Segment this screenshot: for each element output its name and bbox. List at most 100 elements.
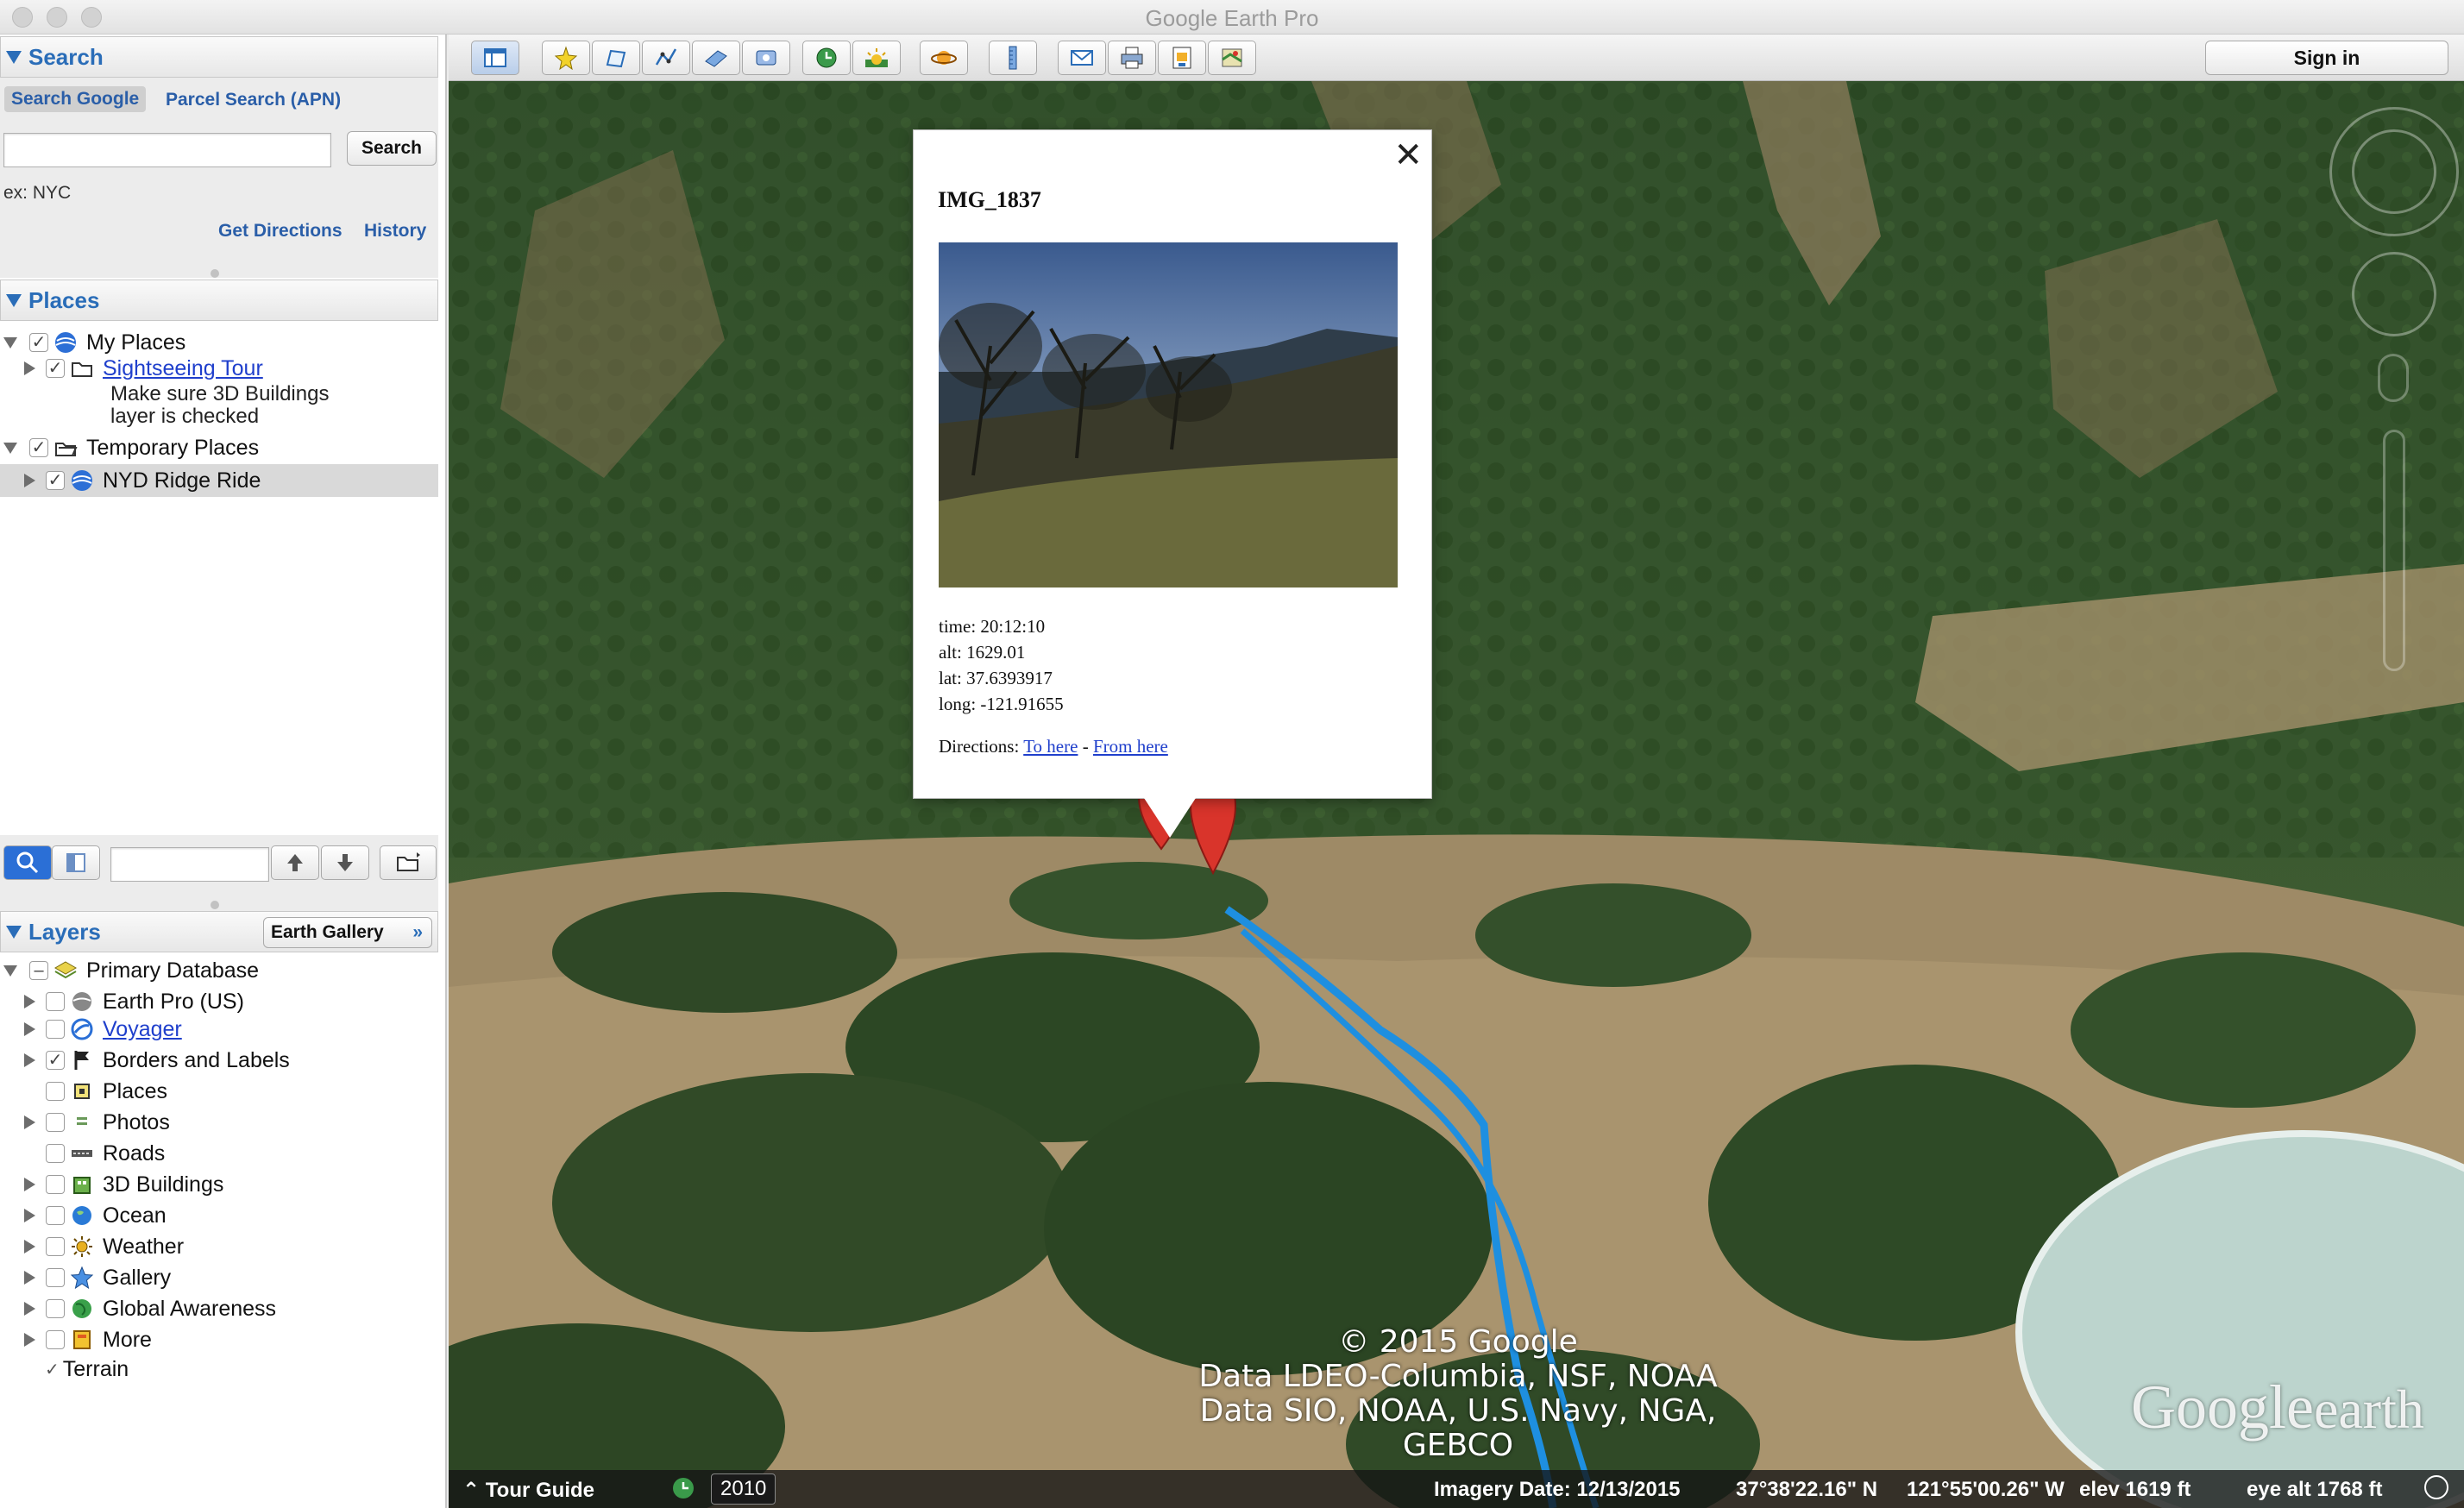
layer-global-awareness[interactable]: Global Awareness xyxy=(24,1294,276,1323)
layer-places[interactable]: Places xyxy=(24,1077,167,1106)
disclosure-closed-icon[interactable] xyxy=(24,1178,35,1191)
voyager-link[interactable]: Voyager xyxy=(103,1017,182,1042)
tree-item-my-places[interactable]: ✓ My Places xyxy=(3,328,185,357)
close-icon[interactable]: ✕ xyxy=(1393,135,1423,175)
tree-item-nyd-ridge-ride[interactable]: ✓ NYD Ridge Ride xyxy=(24,466,261,495)
layer-3d-buildings[interactable]: 3D Buildings xyxy=(24,1170,223,1199)
checkbox[interactable] xyxy=(46,1113,65,1132)
look-ring[interactable] xyxy=(2352,129,2436,214)
earth-gallery-button[interactable]: Earth Gallery » xyxy=(263,917,432,948)
tab-parcel-search[interactable]: Parcel Search (APN) xyxy=(166,90,341,110)
layer-primary-database[interactable]: – Primary Database xyxy=(3,956,259,985)
splitter-handle[interactable] xyxy=(211,269,219,278)
search-input[interactable] xyxy=(3,133,331,167)
sign-in-button[interactable]: Sign in xyxy=(2205,41,2448,75)
search-panel-header[interactable]: Search xyxy=(0,36,438,78)
disclosure-closed-icon[interactable] xyxy=(24,1053,35,1067)
print-button[interactable] xyxy=(1108,41,1156,75)
street-view-pegman-icon[interactable] xyxy=(2378,354,2409,402)
places-panel-toggle[interactable] xyxy=(52,845,100,880)
layer-borders-labels[interactable]: ✓ Borders and Labels xyxy=(24,1046,290,1075)
disclosure-open-icon[interactable] xyxy=(3,336,17,349)
tour-guide-button[interactable]: ⌃ Tour Guide xyxy=(462,1478,594,1503)
disclosure-closed-icon[interactable] xyxy=(24,995,35,1008)
disclosure-closed-icon[interactable] xyxy=(24,1115,35,1129)
zoom-slider[interactable] xyxy=(2383,430,2405,671)
map-view[interactable] xyxy=(449,81,2464,1508)
checkbox[interactable] xyxy=(46,1299,65,1318)
sunlight-button[interactable] xyxy=(852,41,901,75)
collapse-triangle-icon[interactable] xyxy=(6,51,22,64)
email-button[interactable] xyxy=(1058,41,1106,75)
disclosure-closed-icon[interactable] xyxy=(24,1302,35,1316)
places-panel-header[interactable]: Places xyxy=(0,280,438,321)
add-image-overlay-button[interactable] xyxy=(692,41,740,75)
layer-roads[interactable]: Roads xyxy=(24,1139,165,1168)
checkbox[interactable] xyxy=(46,1082,65,1101)
move-down-button[interactable] xyxy=(321,845,369,880)
checkmark-icon[interactable]: ✓ xyxy=(45,1359,60,1380)
disclosure-closed-icon[interactable] xyxy=(24,1271,35,1285)
tree-item-temporary-places[interactable]: ✓ Temporary Places xyxy=(3,433,259,462)
move-joystick[interactable] xyxy=(2352,252,2436,336)
checkbox[interactable]: ✓ xyxy=(46,1051,65,1070)
layer-terrain[interactable]: ✓ Terrain xyxy=(45,1354,129,1384)
get-directions-link[interactable]: Get Directions xyxy=(218,221,343,242)
places-filter-input[interactable] xyxy=(110,847,269,882)
checkbox[interactable] xyxy=(46,1144,65,1163)
planets-button[interactable] xyxy=(920,41,968,75)
sidebar-toggle-button[interactable] xyxy=(471,41,519,75)
layer-weather[interactable]: Weather xyxy=(24,1232,184,1261)
historical-clock-icon[interactable] xyxy=(669,1474,697,1508)
record-tour-button[interactable] xyxy=(742,41,790,75)
places-search-toggle[interactable] xyxy=(3,845,52,880)
disclosure-open-icon[interactable] xyxy=(3,964,17,977)
disclosure-closed-icon[interactable] xyxy=(24,474,35,487)
collapse-triangle-icon[interactable] xyxy=(6,294,22,307)
tree-item-sightseeing[interactable]: ✓ Sightseeing Tour xyxy=(24,354,263,383)
checkbox[interactable] xyxy=(46,1268,65,1287)
save-image-button[interactable] xyxy=(1158,41,1206,75)
disclosure-open-icon[interactable] xyxy=(3,442,17,454)
history-link[interactable]: History xyxy=(364,221,426,242)
checkbox[interactable] xyxy=(46,1020,65,1039)
layer-voyager[interactable]: Voyager xyxy=(24,1015,182,1044)
splitter-handle[interactable] xyxy=(211,901,219,909)
disclosure-closed-icon[interactable] xyxy=(24,361,35,375)
to-here-link[interactable]: To here xyxy=(1023,736,1078,757)
view-in-maps-button[interactable] xyxy=(1208,41,1256,75)
checkbox[interactable]: ✓ xyxy=(46,471,65,490)
move-up-button[interactable] xyxy=(271,845,319,880)
disclosure-closed-icon[interactable] xyxy=(24,1333,35,1347)
disclosure-closed-icon[interactable] xyxy=(24,1240,35,1254)
checkbox[interactable] xyxy=(46,1206,65,1225)
checkbox[interactable] xyxy=(46,1175,65,1194)
add-placemark-button[interactable] xyxy=(542,41,590,75)
sightseeing-tour-link[interactable]: Sightseeing Tour xyxy=(103,356,263,381)
checkbox[interactable]: ✓ xyxy=(29,438,48,457)
layer-earth-pro[interactable]: Earth Pro (US) xyxy=(24,987,244,1016)
ruler-button[interactable] xyxy=(989,41,1037,75)
checkbox[interactable]: ✓ xyxy=(46,359,65,378)
layer-more[interactable]: More xyxy=(24,1325,152,1354)
collapse-triangle-icon[interactable] xyxy=(6,926,22,939)
layer-gallery[interactable]: Gallery xyxy=(24,1263,171,1292)
year-badge[interactable]: 2010 xyxy=(711,1473,776,1505)
historical-imagery-button[interactable] xyxy=(802,41,851,75)
disclosure-closed-icon[interactable] xyxy=(24,1209,35,1222)
layer-ocean[interactable]: Ocean xyxy=(24,1201,167,1230)
layers-panel-header[interactable]: Layers Earth Gallery » xyxy=(0,911,438,952)
from-here-link[interactable]: From here xyxy=(1093,736,1168,757)
add-path-button[interactable] xyxy=(642,41,690,75)
checkbox[interactable]: ✓ xyxy=(29,333,48,352)
checkbox-mixed[interactable]: – xyxy=(29,961,48,980)
checkbox[interactable] xyxy=(46,1330,65,1349)
checkbox[interactable] xyxy=(46,1237,65,1256)
checkbox[interactable] xyxy=(46,992,65,1011)
layer-photos[interactable]: Photos xyxy=(24,1108,170,1137)
tab-search-google[interactable]: Search Google xyxy=(4,86,147,112)
add-polygon-button[interactable] xyxy=(592,41,640,75)
search-button[interactable]: Search xyxy=(347,131,437,166)
new-folder-button[interactable] xyxy=(380,845,437,880)
disclosure-closed-icon[interactable] xyxy=(24,1022,35,1036)
